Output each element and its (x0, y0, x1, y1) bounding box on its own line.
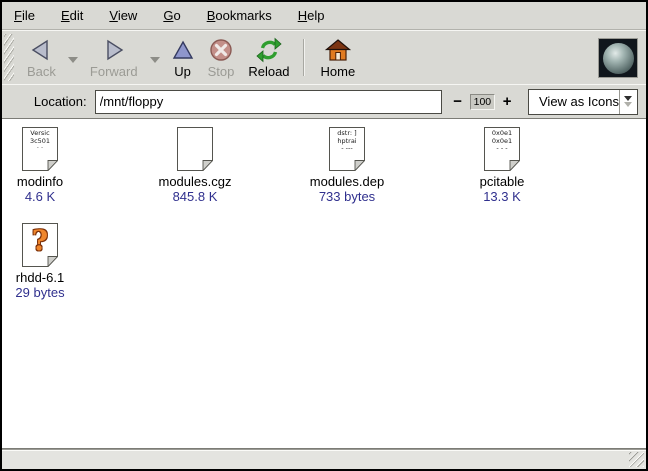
back-button: Back (20, 31, 63, 84)
toolbar-button-label: Home (321, 64, 356, 79)
home-button[interactable]: Home (314, 31, 363, 84)
menu-item-file[interactable]: File (12, 6, 37, 25)
text-file-icon: Versic 3c501 · · (22, 127, 58, 171)
location-input[interactable] (95, 90, 442, 114)
toolbar-button-label: Up (174, 64, 191, 79)
menu-bar: File Edit View Go Bookmarks Help (2, 2, 646, 30)
toolbar-button-label: Reload (248, 64, 289, 79)
zoom-out-button[interactable]: − (451, 93, 465, 110)
text-file-icon: dstr: ] hptrai - --- (329, 127, 365, 171)
menu-item-edit[interactable]: Edit (59, 6, 85, 25)
toolbar-buttons: Back Forward Up Stop Reload Home (16, 31, 362, 84)
file-size: 4.6 K (25, 189, 55, 204)
file-size: 29 bytes (15, 285, 64, 300)
stop-button: Stop (201, 31, 242, 84)
view-mode-dropdown[interactable]: View as Icons (528, 89, 638, 115)
file-item-pcitable[interactable]: 0x0e1 0x0e1 - - - pcitable13.3 K (452, 127, 552, 204)
file-manager-window: File Edit View Go Bookmarks Help Back Forward U… (0, 0, 648, 471)
chevron-down-icon (68, 57, 78, 63)
file-text-preview: Versic 3c501 · · (23, 130, 57, 153)
view-mode-label: View as Icons (529, 94, 619, 109)
menu-item-help[interactable]: Help (296, 6, 327, 25)
file-item-modinfo[interactable]: Versic 3c501 · · modinfo4.6 K (0, 127, 90, 204)
throbber (598, 38, 638, 78)
reload-icon (256, 37, 282, 63)
resize-grip-icon[interactable] (629, 452, 644, 467)
file-name: modinfo (17, 174, 63, 189)
question-mark-icon: ? (22, 224, 58, 257)
forward-button: Forward (83, 31, 145, 84)
toolbar-button-label: Forward (90, 64, 138, 79)
home-icon (325, 37, 351, 63)
chevron-down-icon (150, 57, 160, 63)
zoom-level-indicator[interactable]: 100 (470, 94, 496, 110)
up-icon (172, 37, 194, 63)
menu-item-go[interactable]: Go (161, 6, 182, 25)
file-size: 733 bytes (319, 189, 375, 204)
menu-item-bookmarks[interactable]: Bookmarks (205, 6, 274, 25)
file-size: 845.8 K (173, 189, 218, 204)
file-text-preview: dstr: ] hptrai - --- (330, 130, 364, 153)
file-name: pcitable (480, 174, 525, 189)
throbber-sphere-icon (603, 43, 634, 74)
dropdown-arrow-icon[interactable] (619, 90, 637, 114)
file-name: rhdd-6.1 (16, 270, 64, 285)
file-name: modules.cgz (159, 174, 232, 189)
file-size: 13.3 K (483, 189, 521, 204)
menu-item-view[interactable]: View (107, 6, 139, 25)
stop-icon (208, 37, 234, 63)
location-label: Location: (34, 94, 87, 109)
up-button[interactable]: Up (165, 31, 201, 84)
location-bar: Location: − 100 + View as Icons (2, 84, 646, 118)
blank-file-icon (177, 127, 213, 171)
file-item-modules.cgz[interactable]: modules.cgz845.8 K (145, 127, 245, 204)
unknown-file-icon: ? (22, 223, 58, 267)
toolbar-separator (303, 39, 304, 76)
toolbar-button-label: Stop (208, 64, 235, 79)
file-text-preview: 0x0e1 0x0e1 - - - (485, 130, 519, 153)
toolbar-drag-handle[interactable] (4, 34, 14, 81)
toolbar-button-label: Back (27, 64, 56, 79)
file-view[interactable]: Versic 3c501 · · modinfo4.6 K modules.cgz8… (2, 118, 646, 449)
file-name: modules.dep (310, 174, 384, 189)
reload-button[interactable]: Reload (241, 31, 296, 84)
file-item-rhdd-6.1[interactable]: ? rhdd-6.129 bytes (0, 223, 90, 300)
back-icon (29, 37, 53, 63)
text-file-icon: 0x0e1 0x0e1 - - - (484, 127, 520, 171)
toolbar: Back Forward Up Stop Reload Home (2, 30, 646, 84)
forward-icon (102, 37, 126, 63)
zoom-in-button[interactable]: + (500, 93, 514, 110)
file-item-modules.dep[interactable]: dstr: ] hptrai - --- modules.dep733 bytes (297, 127, 397, 204)
status-bar (2, 449, 646, 469)
